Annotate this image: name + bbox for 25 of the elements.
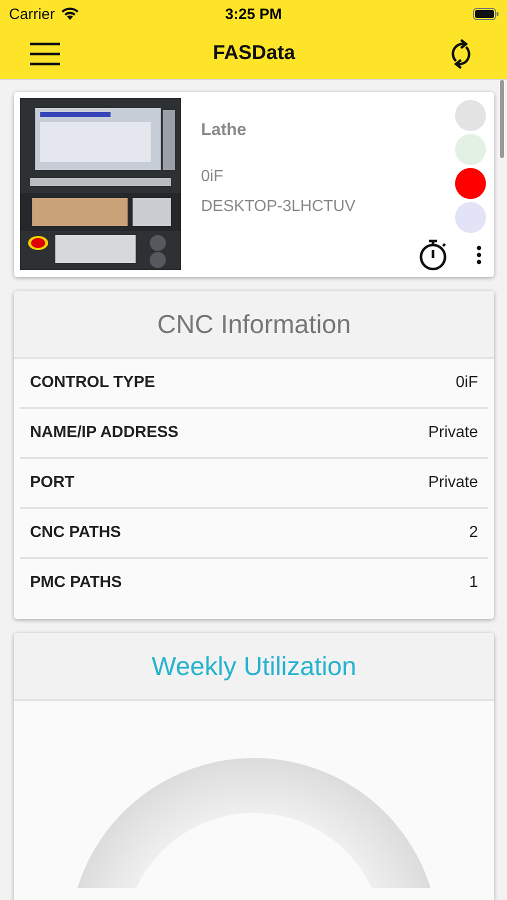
menu-icon[interactable] xyxy=(29,42,61,66)
scroll-bar[interactable] xyxy=(500,80,504,158)
row-value: 0iF xyxy=(456,374,478,392)
section-title: Weekly Utilization xyxy=(152,650,356,682)
machine-type: Lathe xyxy=(201,120,248,140)
row-value: Private xyxy=(428,474,478,492)
section-title: CNC Information xyxy=(157,308,351,340)
row-value: 2 xyxy=(469,524,478,542)
app-title: FASData xyxy=(212,42,296,65)
row-value: Private xyxy=(428,424,478,442)
carrier-label: Carrier xyxy=(9,6,55,22)
row-label: CNC PATHS xyxy=(30,524,121,542)
machine-card[interactable]: Lathe 0iF DESKTOP-3LHCTUV xyxy=(14,92,494,277)
row-value: 1 xyxy=(469,574,478,592)
battery-icon xyxy=(473,8,499,20)
row-label: NAME/IP ADDRESS xyxy=(30,424,178,442)
host-name: DESKTOP-3LHCTUV xyxy=(201,198,356,216)
clock-time: 3:25 PM xyxy=(225,6,282,22)
control-model: 0iF xyxy=(201,168,224,186)
stopwatch-icon[interactable] xyxy=(418,239,448,271)
row-label: CONTROL TYPE xyxy=(30,374,156,392)
more-options-icon[interactable] xyxy=(476,245,482,265)
row-label: PORT xyxy=(30,474,74,492)
row-label: PMC PATHS xyxy=(30,574,122,592)
wifi-icon xyxy=(60,7,80,21)
